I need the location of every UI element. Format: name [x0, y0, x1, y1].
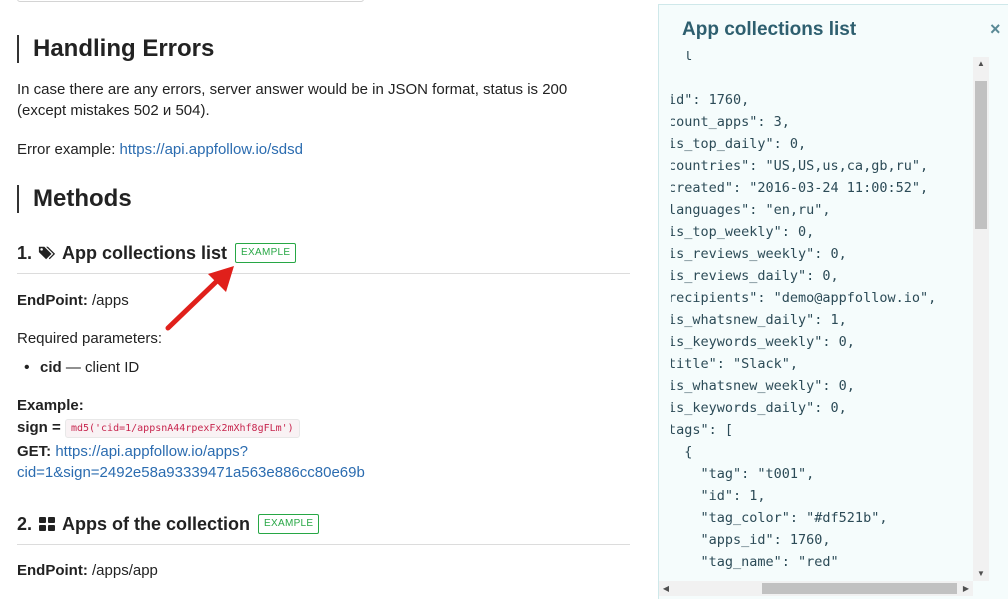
code-line: tags": [ — [671, 422, 734, 438]
vertical-scrollbar[interactable]: ▲ ▼ — [973, 57, 989, 581]
code-line: recipients": "demo@appfollow.io", — [671, 290, 937, 306]
parameters-list: cid — client ID — [24, 357, 140, 378]
tags-icon — [38, 246, 56, 260]
sign-code: md5('cid=1/appsnA44rpexFx2mXhf8gFLm') — [64, 418, 300, 438]
get-link[interactable]: https://api.appfollow.io/apps? — [55, 443, 248, 460]
divider — [17, 273, 630, 274]
code-line: is_keywords_weekly": 0, — [671, 334, 855, 350]
errors-description-line2: (except mistakes 502 и 504). — [17, 102, 210, 119]
required-parameters-label: Required parameters: — [17, 330, 163, 347]
get-label: GET: — [17, 443, 52, 460]
method-2-example-badge[interactable]: EXAMPLE — [258, 514, 320, 534]
errors-description: In case there are any errors, server ans… — [17, 79, 567, 121]
horizontal-scrollbar[interactable]: ◀ ▶ — [659, 581, 973, 596]
parameter-description: — client ID — [65, 359, 140, 376]
code-line: is_reviews_weekly": 0, — [671, 246, 847, 262]
scroll-down-icon[interactable]: ▼ — [973, 567, 989, 581]
error-example-label: Error example: — [17, 141, 116, 158]
code-line: l — [684, 51, 693, 64]
method-2-number: 2. — [17, 514, 33, 534]
errors-description-line1: In case there are any errors, server ans… — [17, 81, 568, 98]
code-line: created": "2016-03-24 11:00:52", — [671, 180, 929, 196]
code-line: is_whatsnew_weekly": 0, — [671, 378, 855, 394]
get-row: GET: https://api.appfollow.io/apps? cid=… — [17, 441, 365, 483]
code-line: languages": "en,ru", — [671, 202, 831, 218]
sign-row: sign = md5('cid=1/appsnA44rpexFx2mXhf8gF… — [17, 417, 300, 438]
sign-label: sign = — [17, 419, 61, 436]
method-1-title: 1. App collections list EXAMPLE — [17, 240, 297, 266]
get-link-continued[interactable]: cid=1&sign=2492e58a93339471a563e886cc80e… — [17, 464, 365, 481]
code-line: "id": 1, — [671, 488, 766, 504]
endpoint-label: EndPoint: — [17, 292, 88, 309]
th-large-icon — [39, 517, 56, 531]
scrollbar-thumb[interactable] — [762, 583, 957, 594]
annotation-arrow-icon — [165, 266, 234, 331]
code-line: "tag_color": "#df521b", — [671, 510, 888, 526]
endpoint-value: /apps — [92, 292, 129, 309]
code-line: { — [684, 444, 693, 460]
code-line: title": "Slack", — [671, 356, 799, 372]
code-line: is_keywords_daily": 0, — [671, 400, 847, 416]
panel-title: App collections list — [682, 19, 857, 40]
handling-errors-heading: Handling Errors — [17, 35, 214, 63]
scrollbar-thumb[interactable] — [975, 81, 987, 229]
scroll-up-icon[interactable]: ▲ — [973, 57, 989, 71]
code-line: is_top_daily": 0, — [671, 136, 807, 152]
code-line: "apps_id": 1760, — [671, 532, 831, 548]
scroll-right-icon[interactable]: ▶ — [959, 581, 973, 596]
close-icon[interactable]: × — [990, 19, 1001, 39]
method-2-title: 2. Apps of the collection EXAMPLE — [17, 511, 320, 537]
json-code-view[interactable]: l id": 1760, count_apps": 3, is_top_daily":… — [671, 51, 973, 571]
search-input[interactable] — [17, 0, 364, 2]
example-panel: App collections list × l id": 1760, count_… — [658, 4, 1008, 599]
endpoint-value: /apps/app — [92, 562, 158, 579]
documentation-content: Handling Errors In case there are any er… — [0, 0, 650, 599]
code-line: countries": "US,US,us,ca,gb,ru", — [671, 158, 929, 174]
method-1-example-badge[interactable]: EXAMPLE — [235, 243, 297, 263]
code-line: is_reviews_daily": 0, — [671, 268, 839, 284]
method-2-endpoint: EndPoint: /apps/app — [17, 560, 158, 581]
code-line: id": 1760, — [671, 92, 750, 108]
code-line: "tag": "t001", — [671, 466, 815, 482]
divider — [17, 544, 630, 545]
method-2-title-text: Apps of the collection — [62, 514, 251, 534]
methods-heading: Methods — [17, 185, 132, 213]
code-line: count_apps": 3, — [671, 114, 790, 130]
example-label: Example: — [17, 397, 84, 414]
endpoint-label: EndPoint: — [17, 562, 88, 579]
code-line: is_whatsnew_daily": 1, — [671, 312, 847, 328]
parameter-name: cid — [40, 359, 62, 376]
code-line: is_top_weekly": 0, — [671, 224, 815, 240]
method-1-number: 1. — [17, 243, 33, 263]
scroll-left-icon[interactable]: ◀ — [659, 581, 673, 596]
code-line: "tag_name": "red" — [671, 554, 839, 570]
parameter-item: cid — client ID — [24, 357, 140, 378]
error-example: Error example: https://api.appfollow.io/… — [17, 139, 303, 160]
method-1-endpoint: EndPoint: /apps — [17, 290, 129, 311]
error-example-link[interactable]: https://api.appfollow.io/sdsd — [120, 141, 303, 158]
